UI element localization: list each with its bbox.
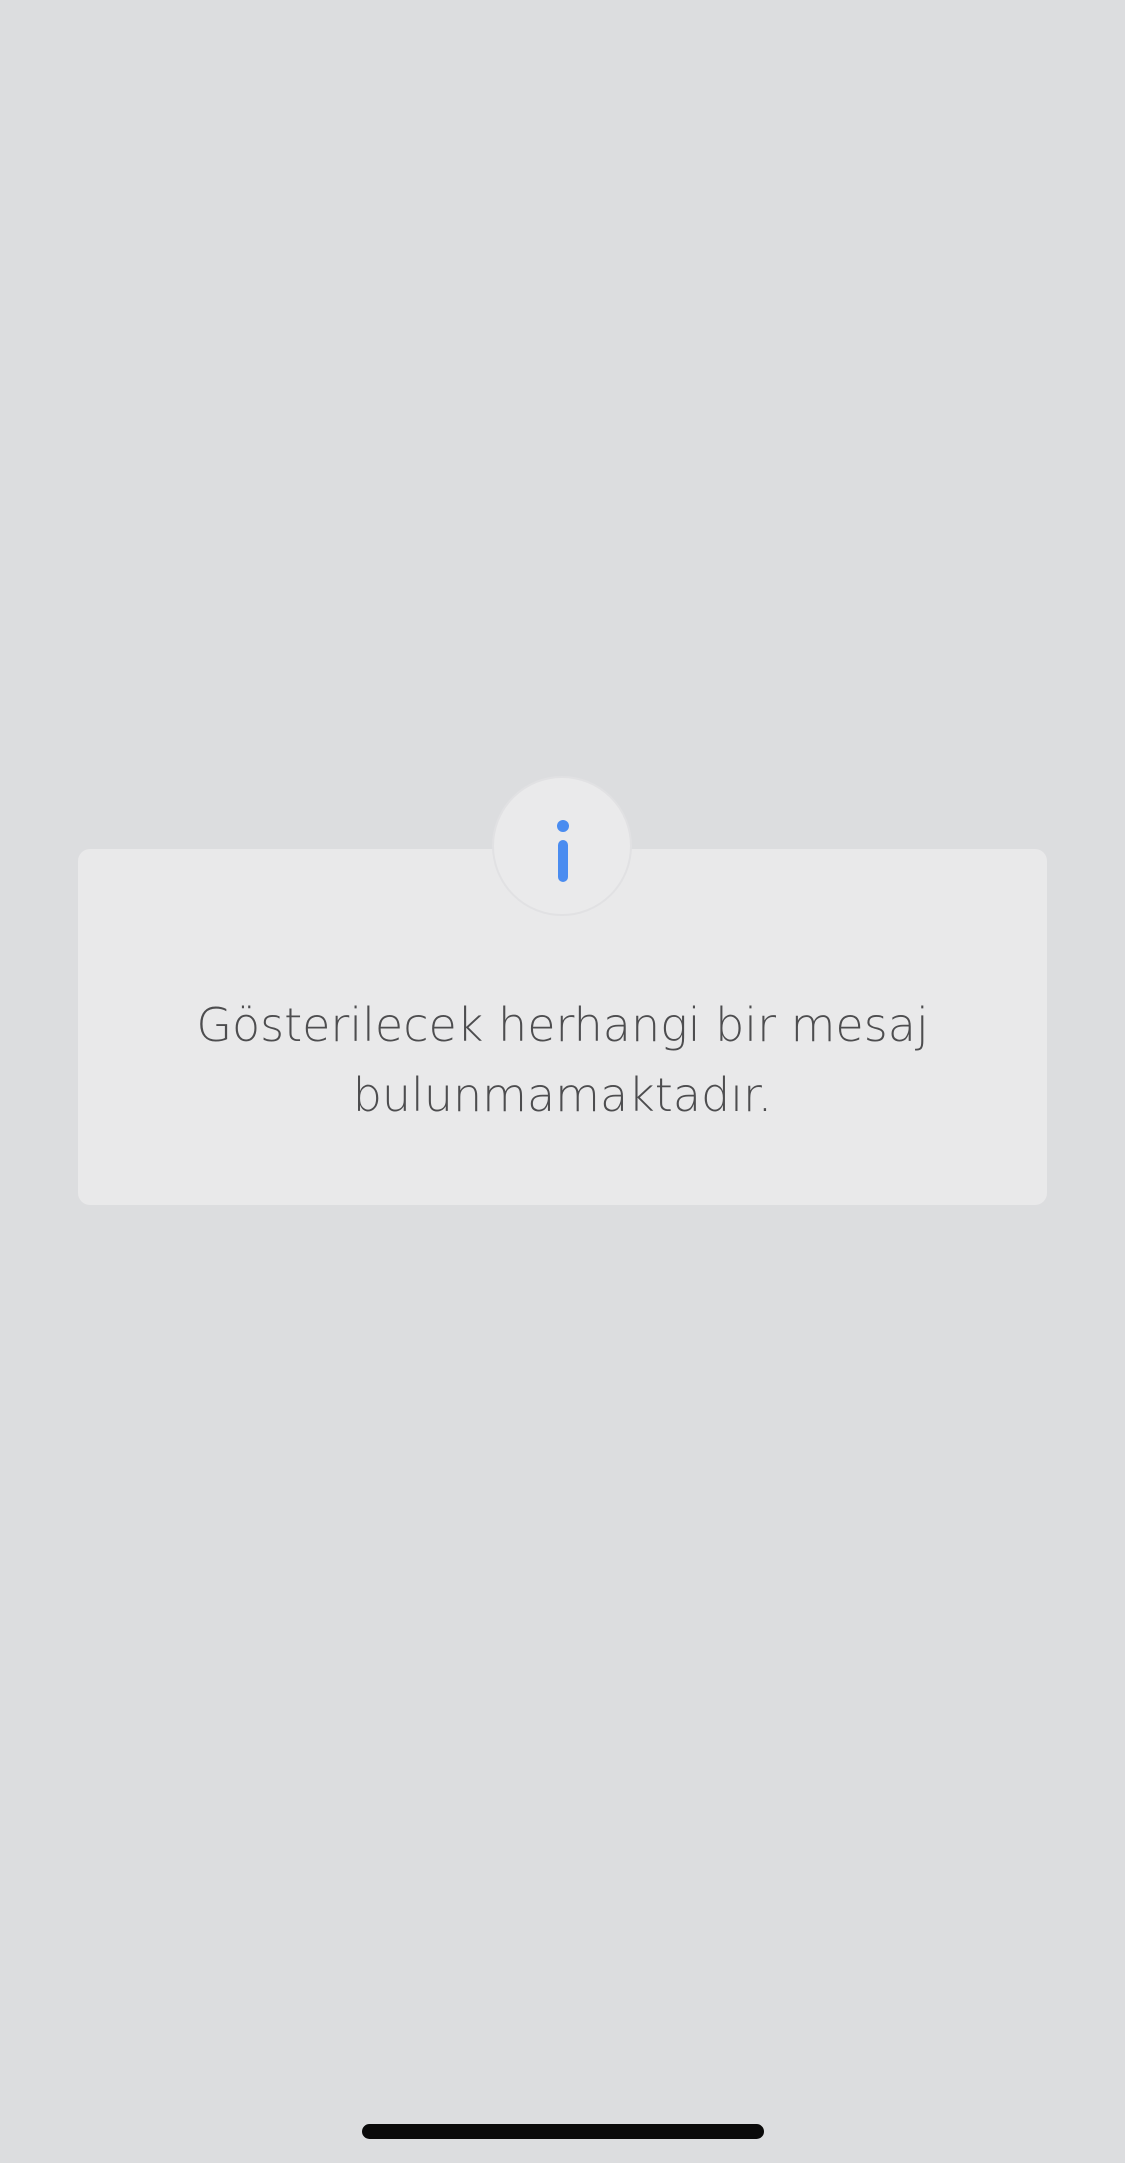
messages-screen: Gösterilecek herhangi bir mesaj bulunmam…	[0, 0, 1125, 2163]
home-indicator[interactable]	[362, 2124, 764, 2139]
empty-message-text: Gösterilecek herhangi bir mesaj bulunmam…	[196, 998, 929, 1122]
info-badge	[492, 776, 632, 916]
info-icon	[557, 820, 569, 882]
